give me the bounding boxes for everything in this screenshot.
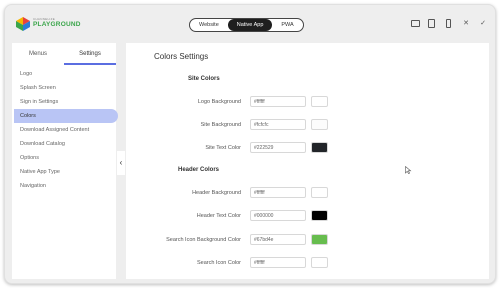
active-tab-indicator [64, 63, 116, 65]
tab-settings[interactable]: Settings [64, 43, 116, 65]
tablet-icon[interactable] [428, 18, 436, 29]
tab-menus[interactable]: Menus [12, 43, 64, 65]
color-value-input[interactable]: #67bd4e [250, 234, 306, 245]
check-icon[interactable]: ✓ [479, 18, 487, 29]
color-swatch[interactable] [311, 96, 328, 107]
field-label: Header Text Color [196, 213, 241, 219]
section-title-header-colors: Header Colors [178, 167, 220, 173]
color-value-input[interactable]: #ffffff [250, 187, 306, 198]
field-label: Search Icon Background Color [166, 237, 241, 243]
sidebar-item-download-assigned-content[interactable]: Download Assigned Content [20, 127, 89, 133]
sidebar-item-native-app-type[interactable]: Native App Type [20, 169, 60, 175]
sidebar-item-navigation[interactable]: Navigation [20, 183, 46, 189]
chevron-left-icon: ‹ [119, 158, 123, 167]
page-title: Colors Settings [154, 52, 209, 61]
platform-tab-website[interactable]: Website [190, 19, 228, 31]
section-title-site-colors: Site Colors [188, 76, 220, 82]
color-swatch[interactable] [311, 119, 328, 130]
sidebar-item-colors[interactable]: Colors [20, 113, 36, 119]
collapse-sidebar-button[interactable]: ‹ [117, 151, 125, 175]
color-swatch[interactable] [311, 142, 328, 153]
platform-tab-native-app[interactable]: Native App [227, 19, 273, 31]
sidebar-tabs: Menus Settings [12, 43, 116, 65]
color-value-input[interactable]: #222529 [250, 142, 306, 153]
color-value-input[interactable]: #fcfcfc [250, 119, 306, 130]
settings-panel: Colors Settings Site Colors Logo Backgro… [126, 43, 489, 279]
color-value-input[interactable]: #000000 [250, 210, 306, 221]
app-window: CHANNELIZE PLAYGROUND Website Native App… [4, 4, 496, 284]
sidebar: Menus Settings Logo Splash Screen Sign i… [12, 43, 118, 279]
color-swatch[interactable] [311, 187, 328, 198]
field-label: Site Background [200, 122, 241, 128]
top-bar: CHANNELIZE PLAYGROUND Website Native App… [5, 5, 495, 41]
close-icon[interactable]: ✕ [462, 18, 470, 29]
sidebar-item-sign-in-settings[interactable]: Sign in Settings [20, 99, 58, 105]
field-label: Logo Background [197, 99, 241, 105]
color-swatch[interactable] [311, 257, 328, 268]
sidebar-item-download-catalog[interactable]: Download Catalog [20, 141, 65, 147]
sidebar-item-options[interactable]: Options [20, 155, 39, 161]
field-label: Header Background [192, 190, 241, 196]
logo-text: PLAYGROUND [33, 21, 81, 28]
logo-icon [16, 17, 30, 31]
sidebar-item-logo[interactable]: Logo [20, 71, 32, 77]
toolbar-icons: ✕ ✓ [411, 18, 487, 29]
mobile-icon[interactable] [445, 18, 453, 29]
field-label: Search Icon Color [196, 260, 241, 266]
mouse-cursor-icon [405, 166, 412, 174]
desktop-icon[interactable] [411, 18, 420, 29]
color-value-input[interactable]: #ffffff [250, 257, 306, 268]
field-label: Site Text Color [205, 145, 241, 151]
logo: CHANNELIZE PLAYGROUND [15, 16, 80, 32]
platform-tab-pwa[interactable]: PWA [272, 19, 302, 31]
color-swatch[interactable] [311, 234, 328, 245]
color-swatch[interactable] [311, 210, 328, 221]
sidebar-item-splash-screen[interactable]: Splash Screen [20, 85, 56, 91]
platform-switcher: Website Native App PWA [189, 18, 304, 32]
color-value-input[interactable]: #ffffff [250, 96, 306, 107]
